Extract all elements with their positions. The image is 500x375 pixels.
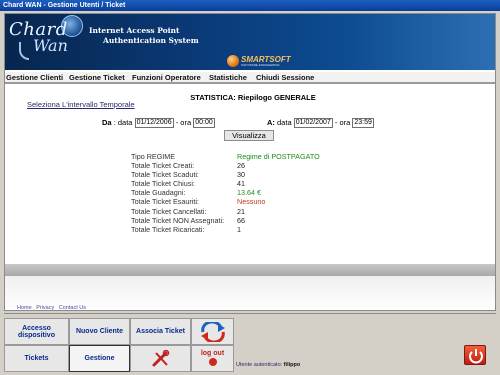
tickets-button[interactable]: Tickets [4,345,69,372]
stat-value: 26 [237,161,245,171]
footer-links: Home Privacy Contact Us [17,305,89,311]
smartsoft-logo: SMARTSOFT SOFTWARE ENGINEERING [227,54,297,68]
refresh-button[interactable] [191,318,234,345]
stat-label: Totale Ticket Creati: [131,161,195,171]
footer-link-home[interactable]: Home [17,305,32,311]
header-banner: Chard Wan Internet Access Point Authenti… [5,14,495,70]
window-title-bar: Chard WAN - Gestione Utenti / Ticket [0,0,500,11]
tagline-line-1: Internet Access Point [89,26,180,35]
logo-wan: Wan [33,36,68,55]
gestione-button[interactable]: Gestione [69,345,130,372]
stat-value: 21 [237,206,245,216]
to-time-input[interactable]: 23:59 [352,118,374,129]
menu-gestione-ticket[interactable]: Gestione Ticket [69,73,125,82]
footer-link-privacy[interactable]: Privacy [36,305,54,311]
stat-label: Totale Ticket Ricaricati: [131,224,205,234]
banner-tagline: Internet Access Point Authentication Sys… [89,26,199,46]
stat-value: 66 [237,215,245,225]
associa-ticket-button[interactable]: Associa Ticket [130,318,191,345]
from-ora-label: ora [180,118,192,127]
menu-gestione-clienti[interactable]: Gestione Clienti [6,73,63,82]
menu-funzioni-operatore[interactable]: Funzioni Operatore [132,73,201,82]
logout-label: log out [200,350,225,357]
from-range: Da : data 01/12/2006 - ora 00:00 [102,118,215,129]
stat-value: Nessuno [237,197,266,207]
from-data-label: data [117,118,133,127]
window-title: Chard WAN - Gestione Utenti / Ticket [3,2,126,9]
stats-summary: Tipo REGIME Regime di POSTPAGATO Totale T… [131,152,320,234]
to-date-input[interactable]: 01/02/2007 [293,118,333,129]
accesso-dispositivo-button[interactable]: Accesso dispositivo [4,318,69,345]
logout-button[interactable]: log out [191,345,234,372]
tagline-line-2: Authentication System [103,36,199,45]
power-icon [469,349,483,364]
stat-label: Tipo REGIME [131,152,176,161]
stat-value: 41 [237,179,245,189]
stat-row: Totale Ticket Cancellati: 21 [131,207,320,216]
stat-label: Totale Ticket Scaduti: [131,170,199,180]
power-button[interactable] [464,345,486,365]
to-range: A: data 01/02/2007 - ora 23:59 [267,118,374,129]
tools-button[interactable] [130,345,191,372]
stat-row: Totale Ticket Creati: 26 [131,161,320,170]
stat-row: Totale Ticket Chiusi: 41 [131,179,320,188]
content-separator-stripe [5,264,495,276]
main-menu: Gestione Clienti Gestione Ticket Funzion… [5,72,495,84]
status-label: Utente autenticato: [236,362,283,368]
stat-label: Totale Ticket Esauriti: [131,197,199,207]
status-user: filippo [283,362,301,368]
logout-icon [208,358,217,366]
to-data-label: data [277,118,292,127]
stat-row: Totale Guadagni: 13.64 € [131,188,320,197]
stat-value: 13.64 € [237,188,261,198]
stat-value: 1 [237,224,241,234]
from-label: Da [102,118,112,127]
tools-icon [152,349,169,366]
stat-row: Totale Ticket Ricaricati: 1 [131,225,320,234]
stat-row: Totale Ticket NON Assegnati: 66 [131,216,320,225]
select-range-link[interactable]: Seleziona L'intervallo Temporale [27,100,135,109]
stat-label: Totale Guadagni: [131,188,186,198]
footer-link-contact[interactable]: Contact Us [59,305,86,311]
stat-row: Totale Ticket Esauriti: Nessuno [131,197,320,206]
satellite-dish-icon [19,42,29,60]
stat-value: 30 [237,170,245,180]
smartsoft-ball-icon [227,55,239,67]
menu-statistiche[interactable]: Statistiche [209,73,247,82]
visualizza-button[interactable]: Visualizza [224,130,274,141]
nav-separator [4,313,496,314]
smartsoft-subtitle: SOFTWARE ENGINEERING [241,63,280,67]
from-date-input[interactable]: 01/12/2006 [134,118,174,129]
stat-label: Totale Ticket NON Assegnati: [131,215,225,225]
authenticated-user-status: Utente autenticato: filippo [236,362,300,368]
nuovo-cliente-button[interactable]: Nuovo Cliente [69,318,130,345]
stat-row: Totale Ticket Scaduti: 30 [131,170,320,179]
menu-chiudi-sessione[interactable]: Chiudi Sessione [256,73,314,82]
to-label: A: [267,118,275,127]
stat-row: Tipo REGIME Regime di POSTPAGATO [131,152,320,161]
refresh-arrows-icon [200,321,225,342]
stat-label: Totale Ticket Chiusi: [131,179,195,189]
to-ora-label: ora [339,118,351,127]
browser-content-frame: Chard Wan Internet Access Point Authenti… [4,13,496,311]
stat-label: Totale Ticket Cancellati: [131,206,207,216]
from-time-input[interactable]: 00:00 [193,118,215,129]
stat-value: Regime di POSTPAGATO [237,152,320,161]
